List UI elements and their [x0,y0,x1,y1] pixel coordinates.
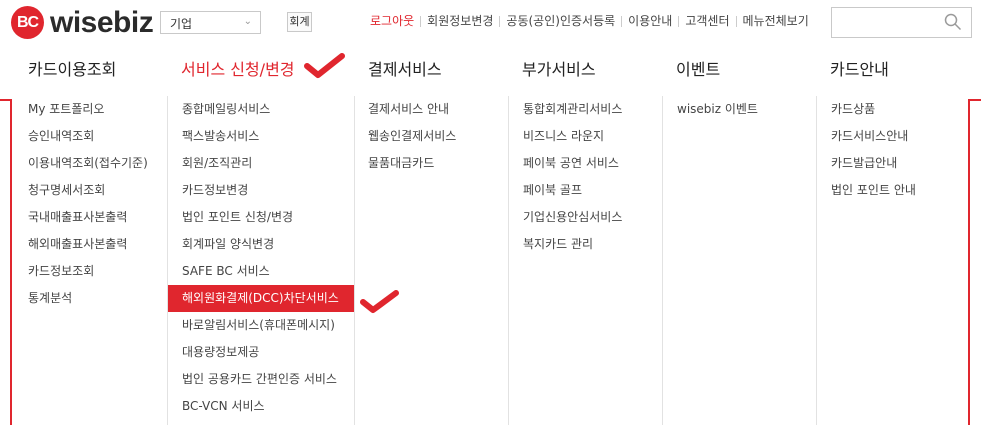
menu-column-service: 종합메일링서비스 팩스발송서비스 회원/조직관리 카드정보변경 법인 포인트 신… [167,96,355,425]
utility-nav: 로그아웃 회원정보변경 공동(공인)인증서등록 이용안내 고객센터 메뉴전체보기 [364,14,815,28]
menu-item[interactable]: 국내매출표사본출력 [28,204,148,231]
menu-item[interactable]: 청구명세서조회 [28,177,148,204]
menu-item[interactable]: SAFE BC 서비스 [182,258,354,285]
menu-column-card-info: 카드상품 카드서비스안내 카드발급안내 법인 포인트 안내 [816,96,968,425]
accounting-button[interactable]: 회계 [287,12,312,32]
menu-column-event: wisebiz 이벤트 [662,96,816,425]
gnb-payment[interactable]: 결제서비스 [368,56,442,80]
gnb-service-apply[interactable]: 서비스 신청/변경 [181,56,295,80]
search-icon[interactable] [944,13,962,35]
account-type-select[interactable]: 기업 ⌄ [160,11,261,34]
menu-column-extra: 통합회계관리서비스 비즈니스 라운지 페이북 공연 서비스 페이북 골프 기업신… [508,96,662,425]
menu-item[interactable]: 통계분석 [28,285,148,312]
menu-item[interactable]: 카드정보조회 [28,258,148,285]
menu-item[interactable]: 카드서비스안내 [831,123,968,150]
account-type-value: 기업 [170,17,193,31]
menu-item[interactable]: 페이북 골프 [523,177,662,204]
menu-item[interactable]: 물품대금카드 [368,150,508,177]
menu-item[interactable]: 회원/조직관리 [182,150,354,177]
menu-item[interactable]: 승인내역조회 [28,123,148,150]
menu-item[interactable]: 바로알림서비스(휴대폰메시지) [182,312,354,339]
menu-item[interactable]: 회계파일 양식변경 [182,231,354,258]
usage-guide-link[interactable]: 이용안내 [622,14,678,28]
menu-item[interactable]: 비즈니스 라운지 [523,123,662,150]
logo[interactable]: BC wisebiz [11,5,154,39]
menu-item[interactable]: My 포트폴리오 [28,96,148,123]
gnb-extra-service[interactable]: 부가서비스 [522,56,596,80]
menu-item[interactable]: 팩스발송서비스 [182,123,354,150]
panel-border [10,99,12,425]
menu-item[interactable]: 카드정보변경 [182,177,354,204]
menu-item-dcc-block-highlighted[interactable]: 해외원화결제(DCC)차단서비스 [168,285,355,312]
menu-item[interactable]: 카드상품 [831,96,968,123]
menu-item[interactable]: 페이북 공연 서비스 [523,150,662,177]
menu-item[interactable]: 법인 포인트 안내 [831,177,968,204]
member-info-link[interactable]: 회원정보변경 [421,14,499,28]
menu-item[interactable]: 종합메일링서비스 [182,96,354,123]
menu-item[interactable]: 법인 공용카드 간편인증 서비스 [182,366,354,393]
menu-item[interactable]: 해외매출표사본출력 [28,231,148,258]
all-menu-link[interactable]: 메뉴전체보기 [737,14,815,28]
menu-item[interactable]: 법인 포인트 신청/변경 [182,204,354,231]
chevron-down-icon: ⌄ [243,16,252,27]
gnb-card-usage[interactable]: 카드이용조회 [28,56,116,80]
menu-item[interactable]: 통합회계관리서비스 [523,96,662,123]
menu-column-card-usage: My 포트폴리오 승인내역조회 이용내역조회(접수기준) 청구명세서조회 국내매… [28,96,148,425]
menu-item[interactable]: 결제서비스 안내 [368,96,508,123]
menu-column-payment: 결제서비스 안내 웹송인결제서비스 물품대금카드 [354,96,508,425]
logout-link[interactable]: 로그아웃 [364,14,420,28]
certificate-register-link[interactable]: 공동(공인)인증서등록 [500,14,621,28]
gnb-event[interactable]: 이벤트 [676,56,720,80]
bc-logo-icon: BC [11,6,44,39]
menu-item[interactable]: 웹송인결제서비스 [368,123,508,150]
menu-item[interactable]: 복지카드 관리 [523,231,662,258]
customer-center-link[interactable]: 고객센터 [679,14,735,28]
gnb-card-info[interactable]: 카드안내 [830,56,889,80]
menu-item[interactable]: 이용내역조회(접수기준) [28,150,148,177]
menu-item[interactable]: 카드발급안내 [831,150,968,177]
search-box [831,7,972,38]
panel-border [968,99,970,425]
search-input[interactable] [832,8,937,37]
main-nav: 카드이용조회 서비스 신청/변경 결제서비스 부가서비스 이벤트 카드안내 [0,56,981,86]
menu-item[interactable]: 기업신용안심서비스 [523,204,662,231]
menu-item[interactable]: wisebiz 이벤트 [677,96,816,123]
logo-text: wisebiz [50,5,154,39]
menu-item[interactable]: 대용량정보제공 [182,339,354,366]
menu-item[interactable]: BC-VCN 서비스 [182,393,354,420]
checkmark-icon [304,53,345,78]
